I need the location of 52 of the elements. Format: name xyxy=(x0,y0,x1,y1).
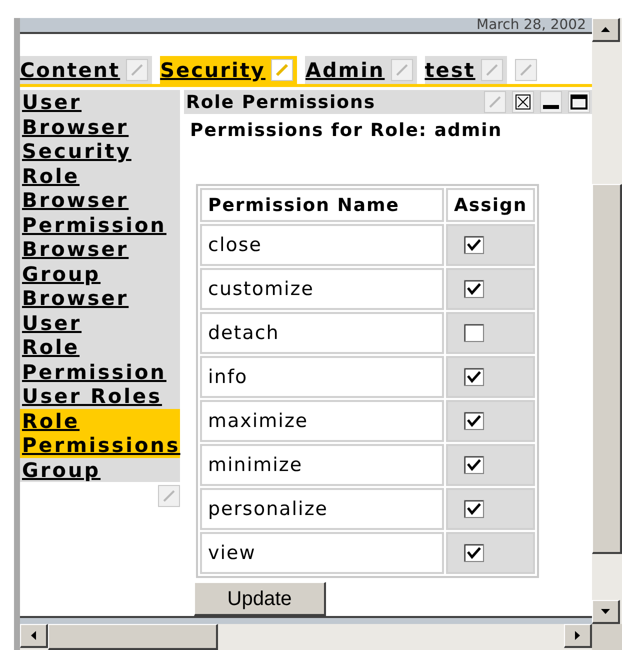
tab[interactable]: Content xyxy=(20,56,152,84)
scroll-up-button[interactable] xyxy=(592,18,620,42)
horizontal-scrollbar[interactable] xyxy=(14,624,592,650)
checkbox[interactable] xyxy=(464,456,484,474)
table-cell: customize xyxy=(200,268,444,310)
column-header: Permission Name xyxy=(200,188,444,222)
update-button[interactable]: Update xyxy=(194,582,326,616)
column-header: Assign xyxy=(446,188,536,222)
maximize-icon[interactable] xyxy=(568,91,590,113)
scrollbar-corner xyxy=(592,624,622,650)
scrollbar-thumb[interactable] xyxy=(592,184,622,554)
table-cell: info xyxy=(200,356,444,398)
checkbox[interactable] xyxy=(464,412,484,430)
sidebar-link[interactable]: User Browser xyxy=(20,90,180,139)
sidebar-link[interactable]: User xyxy=(20,310,180,335)
table-cell: view xyxy=(200,532,444,574)
table-cell: detach xyxy=(200,312,444,354)
triangle-right-icon xyxy=(575,631,580,640)
triangle-left-icon xyxy=(31,631,36,640)
table-cell: minimize xyxy=(200,444,444,486)
tab[interactable]: test xyxy=(424,56,508,84)
sidebar-link[interactable]: Permission Browser xyxy=(20,212,180,262)
table-cell: maximize xyxy=(200,400,444,442)
checkbox[interactable] xyxy=(464,368,484,386)
table-cell: personalize xyxy=(200,488,444,530)
sidebar-link[interactable]: Group xyxy=(20,458,180,482)
sidebar-link[interactable]: Role Permissions xyxy=(20,408,180,458)
triangle-up-icon xyxy=(601,27,610,32)
table-cell: close xyxy=(200,224,444,266)
scroll-right-button[interactable] xyxy=(564,624,592,648)
sidebar-link[interactable]: Security Role Browser xyxy=(20,139,180,212)
sidebar-link[interactable]: Permission xyxy=(20,360,180,384)
close-icon[interactable] xyxy=(512,91,534,113)
scroll-left-button[interactable] xyxy=(20,624,48,648)
triangle-down-icon xyxy=(601,609,610,614)
checkbox[interactable] xyxy=(464,280,484,298)
date-text: March 28, 2002 xyxy=(476,18,586,32)
minimize-icon[interactable] xyxy=(540,91,562,113)
scrollbar-thumb[interactable] xyxy=(48,624,218,650)
checkbox[interactable] xyxy=(464,500,484,518)
checkbox[interactable] xyxy=(464,544,484,562)
portlet-title: Role Permissions xyxy=(186,90,377,114)
sidebar-link[interactable]: Role xyxy=(20,335,180,360)
sidebar-link[interactable]: User Roles xyxy=(20,384,180,408)
sidebar-link[interactable]: Group Browser xyxy=(20,262,180,310)
checkbox[interactable] xyxy=(464,236,484,254)
portlet-subtitle: Permissions for Role: admin xyxy=(189,119,504,143)
tab[interactable]: Admin xyxy=(305,56,417,84)
scroll-down-button[interactable] xyxy=(592,600,620,624)
vertical-scrollbar[interactable] xyxy=(592,18,622,624)
checkbox[interactable] xyxy=(464,324,484,342)
tab[interactable]: Security xyxy=(160,56,298,84)
